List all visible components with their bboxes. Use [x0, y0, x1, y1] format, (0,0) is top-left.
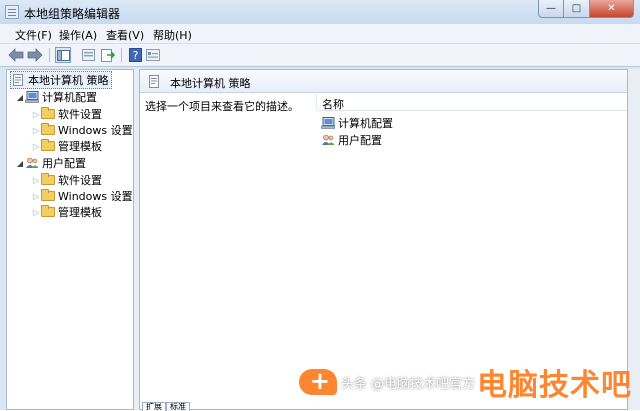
folder-icon	[41, 205, 55, 218]
window-edge	[628, 69, 640, 410]
tree-item-label: 软件设置	[58, 174, 102, 187]
toolbar: ?	[0, 44, 640, 67]
expand-icon[interactable]: ▷	[31, 176, 41, 185]
help-button[interactable]: ?	[127, 47, 143, 63]
folder-icon	[41, 139, 55, 152]
item-description: 选择一个项目来查看它的描述。	[145, 100, 299, 113]
details-header: 本地计算机 策略	[140, 70, 627, 93]
users-icon	[321, 134, 335, 146]
tree-item-user-configuration[interactable]: ◢ 用户配置	[15, 155, 86, 171]
close-icon: ✕	[607, 3, 616, 14]
menu-help[interactable]: 帮助(H)	[153, 27, 192, 43]
column-divider	[316, 94, 317, 110]
computer-icon	[25, 91, 39, 103]
menu-file[interactable]: 文件(F)	[15, 27, 52, 43]
maximize-icon: □	[571, 3, 582, 14]
policy-icon	[11, 74, 25, 86]
menu-view[interactable]: 查看(V)	[106, 27, 144, 43]
tree-item-windows-settings[interactable]: ▷ Windows 设置	[31, 122, 133, 138]
tree-item-label: 管理模板	[58, 206, 102, 219]
tree-item-label: 管理模板	[58, 140, 102, 153]
watermark-logo	[298, 367, 337, 395]
menu-bar: 文件(F) 操作(A) 查看(V) 帮助(H)	[0, 24, 640, 44]
list-item-computer-configuration[interactable]: 计算机配置	[321, 115, 393, 131]
tree-item-computer-configuration[interactable]: ◢ 计算机配置	[15, 89, 97, 105]
window-controls: — □ ✕	[538, 0, 634, 20]
maximize-button[interactable]: □	[564, 0, 590, 18]
collapse-icon[interactable]: ◢	[15, 93, 25, 102]
folder-icon	[41, 107, 55, 120]
list-view-button[interactable]	[80, 47, 96, 63]
console-tree-icon	[56, 49, 70, 61]
tree-item-label: Windows 设置	[58, 124, 133, 137]
policy-icon	[5, 5, 19, 19]
back-arrow-icon	[8, 48, 24, 62]
details-pane: 本地计算机 策略 选择一个项目来查看它的描述。 名称 计算机配置 用户配置	[139, 69, 628, 410]
list-item-label: 计算机配置	[338, 117, 393, 130]
folder-icon	[41, 123, 55, 136]
column-header-name[interactable]: 名称	[318, 94, 627, 111]
toolbar-separator	[49, 48, 50, 62]
watermark-source: 头条 @电脑技术吧官方	[340, 376, 475, 392]
expand-icon[interactable]: ▷	[31, 110, 41, 119]
forward-button[interactable]	[27, 47, 43, 63]
users-icon	[25, 157, 39, 169]
tree-item-administrative-templates[interactable]: ▷ 管理模板	[31, 204, 102, 220]
properties-button[interactable]	[145, 47, 161, 63]
list-item-user-configuration[interactable]: 用户配置	[321, 132, 382, 148]
minimize-icon: —	[546, 3, 556, 14]
tree-item-label: Windows 设置	[58, 190, 133, 203]
details-title: 本地计算机 策略	[170, 77, 251, 90]
forward-arrow-icon	[27, 48, 43, 62]
export-icon	[101, 48, 115, 62]
menu-action[interactable]: 操作(A)	[59, 27, 97, 43]
computer-icon	[321, 117, 335, 129]
expand-icon[interactable]: ▷	[31, 192, 41, 201]
column-header-label: 名称	[322, 98, 344, 111]
expand-icon[interactable]: ▷	[31, 208, 41, 217]
window-title: 本地组策略编辑器	[24, 7, 121, 21]
export-list-button[interactable]	[100, 47, 116, 63]
view-tabs: 扩展 标准	[142, 402, 190, 411]
watermark-brand: 电脑技术吧	[477, 368, 632, 403]
tree-item-label: 用户配置	[42, 157, 86, 170]
expand-icon[interactable]: ▷	[31, 126, 41, 135]
folder-icon	[41, 173, 55, 186]
tree-item-label: 计算机配置	[42, 91, 97, 104]
tree-root-label: 本地计算机 策略	[28, 74, 109, 87]
show-hide-console-tree-button[interactable]	[55, 47, 71, 63]
help-icon: ?	[128, 48, 142, 62]
title-bar[interactable]: 本地组策略编辑器 — □ ✕	[0, 0, 640, 24]
toolbar-separator	[121, 48, 122, 62]
list-icon	[81, 49, 95, 61]
console-tree: 本地计算机 策略 ◢ 计算机配置 ▷ 软件设置 ▷ Windows 设置 ▷ 管…	[6, 69, 134, 410]
minimize-button[interactable]: —	[538, 0, 564, 18]
tree-item-software-settings[interactable]: ▷ 软件设置	[31, 172, 102, 188]
tree-root[interactable]: 本地计算机 策略	[10, 71, 112, 89]
close-button[interactable]: ✕	[590, 0, 634, 18]
watermark: 头条 @电脑技术吧官方 电脑技术吧	[298, 360, 632, 404]
expand-icon[interactable]: ▷	[31, 142, 41, 151]
policy-icon	[148, 75, 160, 91]
main-window: 本地组策略编辑器 — □ ✕ 文件(F) 操作(A) 查看(V) 帮助(H) ?…	[0, 0, 640, 411]
list-item-label: 用户配置	[338, 134, 382, 147]
tree-item-windows-settings[interactable]: ▷ Windows 设置	[31, 188, 133, 204]
tree-item-label: 软件设置	[58, 108, 102, 121]
tree-item-software-settings[interactable]: ▷ 软件设置	[31, 106, 102, 122]
tree-item-administrative-templates[interactable]: ▷ 管理模板	[31, 138, 102, 154]
collapse-icon[interactable]: ◢	[15, 159, 25, 168]
back-button[interactable]	[8, 47, 24, 63]
folder-icon	[41, 189, 55, 202]
properties-icon	[146, 49, 160, 61]
svg-text:?: ?	[132, 49, 138, 62]
